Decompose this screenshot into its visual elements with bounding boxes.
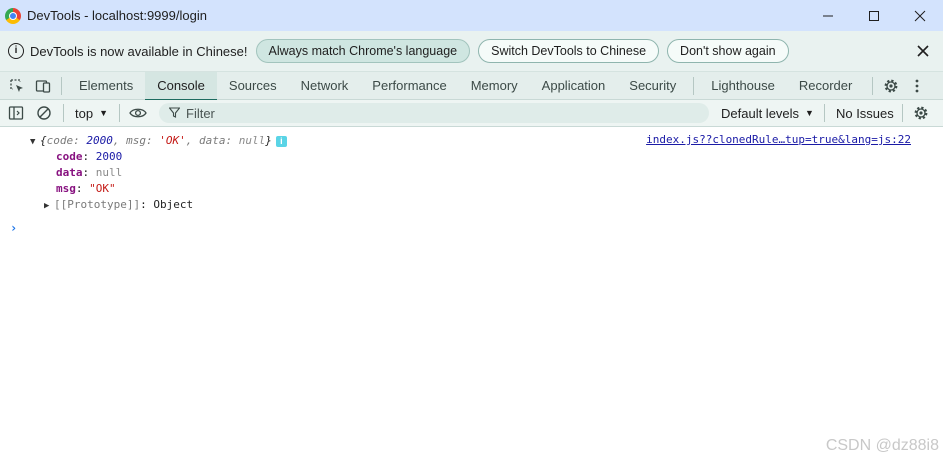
- window-controls: [805, 0, 943, 31]
- language-infobar: i DevTools is now available in Chinese! …: [0, 31, 943, 72]
- toolbar-divider: [872, 76, 874, 95]
- toolbar-divider: [119, 104, 120, 122]
- switch-to-chinese-button[interactable]: Switch DevTools to Chinese: [478, 39, 660, 63]
- live-expression-eye-icon[interactable]: [125, 101, 151, 125]
- property-key: msg: [56, 182, 76, 195]
- issues-counter[interactable]: No Issues: [836, 106, 894, 121]
- log-entry-summary[interactable]: ▼ {code: 2000, msg: 'OK', data: null} i: [30, 133, 287, 149]
- tab-recorder[interactable]: Recorder: [787, 72, 864, 100]
- toolbar-divider: [63, 104, 64, 122]
- property-value: null: [95, 166, 123, 179]
- info-icon: i: [8, 43, 24, 59]
- expand-triangle-icon[interactable]: ▼: [30, 134, 40, 150]
- toolbar-divider: [901, 104, 903, 122]
- clear-console-icon[interactable]: [30, 101, 58, 125]
- prototype-key: [[Prototype]]: [54, 198, 141, 211]
- tab-sources[interactable]: Sources: [217, 72, 289, 100]
- prototype-row[interactable]: ▶ [[Prototype]]: Object: [44, 197, 193, 213]
- toolbar-divider: [693, 76, 695, 95]
- console-settings-gear-icon[interactable]: [910, 101, 932, 125]
- object-property: data: null: [56, 166, 123, 179]
- title-bar: DevTools - localhost:9999/login: [0, 0, 943, 31]
- inspect-element-icon[interactable]: [4, 73, 30, 99]
- property-key: data: [56, 166, 83, 179]
- console-toolbar: top ▼ Default levels ▼ No Issues: [0, 100, 943, 127]
- tab-console[interactable]: Console: [145, 71, 217, 101]
- object-info-badge-icon[interactable]: i: [275, 135, 287, 147]
- prototype-value: Object: [153, 198, 194, 211]
- more-options-icon[interactable]: [904, 73, 930, 99]
- toolbar-divider: [823, 104, 825, 122]
- object-property: msg: "OK": [56, 182, 116, 195]
- log-levels-dropdown[interactable]: Default levels ▼: [721, 106, 814, 121]
- tab-performance[interactable]: Performance: [360, 72, 458, 100]
- tab-elements[interactable]: Elements: [67, 72, 145, 100]
- source-link[interactable]: index.js??clonedRule…tup=true&lang=js:22: [646, 133, 911, 146]
- watermark: CSDN @dz88i8: [825, 437, 939, 454]
- tab-lighthouse[interactable]: Lighthouse: [699, 72, 787, 100]
- property-value: 2000: [95, 150, 123, 163]
- log-levels-label: Default levels: [721, 105, 800, 121]
- always-match-language-button[interactable]: Always match Chrome's language: [255, 39, 471, 63]
- console-filter-box[interactable]: [159, 103, 709, 123]
- chevron-down-icon: ▼: [99, 108, 108, 118]
- settings-gear-icon[interactable]: [878, 73, 904, 99]
- filter-funnel-icon: [168, 106, 181, 121]
- property-value: "OK": [89, 182, 116, 195]
- property-key: code: [56, 150, 83, 163]
- tab-network[interactable]: Network: [289, 72, 361, 100]
- chevron-down-icon: ▼: [805, 108, 814, 118]
- object-property: code: 2000: [56, 150, 123, 163]
- device-toolbar-icon[interactable]: [30, 73, 56, 99]
- toolbar-divider: [61, 76, 62, 95]
- infobar-close-icon[interactable]: [913, 41, 933, 61]
- sidebar-toggle-icon[interactable]: [2, 101, 30, 125]
- window-title: DevTools - localhost:9999/login: [27, 8, 207, 23]
- dont-show-again-button[interactable]: Don't show again: [667, 39, 789, 63]
- chrome-logo-icon: [5, 7, 21, 24]
- close-icon[interactable]: [897, 0, 943, 31]
- console-output: ▼ {code: 2000, msg: 'OK', data: null} i in…: [0, 127, 943, 461]
- tab-security[interactable]: Security: [617, 72, 688, 100]
- object-preview: {code: 2000, msg: 'OK', data: null}: [40, 134, 272, 147]
- tab-application[interactable]: Application: [530, 72, 618, 100]
- infobar-message: DevTools is now available in Chinese!: [30, 43, 248, 59]
- context-selector[interactable]: top ▼: [69, 106, 114, 121]
- minimize-icon[interactable]: [805, 0, 851, 31]
- tab-memory[interactable]: Memory: [459, 72, 530, 100]
- context-selector-value: top: [75, 105, 94, 121]
- filter-input[interactable]: [186, 105, 666, 121]
- devtools-tabs-bar: Elements Console Sources Network Perform…: [0, 71, 943, 101]
- console-prompt-icon[interactable]: ›: [10, 221, 17, 235]
- expand-triangle-icon[interactable]: ▶: [44, 198, 54, 214]
- maximize-icon[interactable]: [851, 0, 897, 31]
